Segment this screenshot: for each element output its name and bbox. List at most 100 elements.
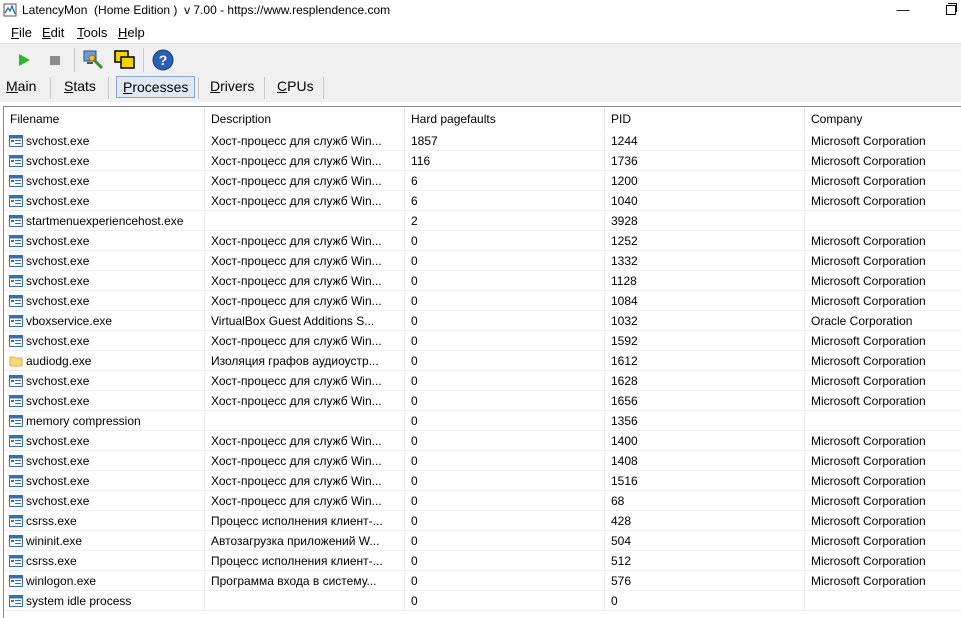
cell-hard-pagefaults: 0 [405,231,605,251]
restore-button[interactable] [926,0,961,22]
menu-bar: File Edit Tools Help [0,22,961,43]
menu-edit[interactable]: Edit [42,25,64,40]
app-window-icon [9,255,23,267]
cell-filename: csrss.exe [4,511,205,531]
filename-text: wininit.exe [26,534,83,548]
cell-pid: 512 [605,551,805,571]
cell-description: Хост-процесс для служб Win... [205,391,405,411]
cell-description [205,211,405,231]
process-table[interactable]: Filename Description Hard pagefaults PID… [3,106,961,618]
filename-text: svchost.exe [26,174,90,188]
cell-filename: svchost.exe [4,171,205,191]
computer-info-icon [83,50,104,70]
cell-pid: 1252 [605,231,805,251]
cell-hard-pagefaults: 116 [405,151,605,171]
app-window-icon [9,555,23,567]
cell-company: Microsoft Corporation [805,171,961,191]
cell-filename: svchost.exe [4,151,205,171]
computer-info-button[interactable] [80,47,106,73]
table-row[interactable]: svchost.exe Хост-процесс для служб Win...… [4,391,961,411]
tab-main[interactable]: Main [0,76,42,98]
column-header-company[interactable]: Company [805,107,961,131]
app-window-icon [9,575,23,587]
table-row[interactable]: svchost.exe Хост-процесс для служб Win...… [4,291,961,311]
cell-filename: winlogon.exe [4,571,205,591]
table-row[interactable]: csrss.exe Процесс исполнения клиент-... 0 5… [4,551,961,571]
table-row[interactable]: svchost.exe Хост-процесс для служб Win...… [4,131,961,151]
cell-pid: 0 [605,591,805,611]
help-button[interactable]: ? [150,47,176,73]
table-row[interactable]: wininit.exe Автозагрузка приложений W... 0… [4,531,961,551]
start-button[interactable] [11,47,37,73]
menu-help[interactable]: Help [118,25,145,40]
table-row[interactable]: svchost.exe Хост-процесс для служб Win...… [4,371,961,391]
column-header-hard-pagefaults[interactable]: Hard pagefaults [405,107,605,131]
cell-hard-pagefaults: 0 [405,591,605,611]
cell-company: Microsoft Corporation [805,391,961,411]
tab-processes[interactable]: Processes [116,76,196,98]
table-row[interactable]: winlogon.exe Программа входа в систему...… [4,571,961,591]
latencymon-icon [3,3,17,17]
table-row[interactable]: svchost.exe Хост-процесс для служб Win...… [4,171,961,191]
cell-pid: 504 [605,531,805,551]
app-window-icon [9,515,23,527]
table-row[interactable]: svchost.exe Хост-процесс для служб Win...… [4,491,961,511]
cell-company: Microsoft Corporation [805,571,961,591]
minimize-button[interactable]: — [880,0,926,22]
table-row[interactable]: svchost.exe Хост-процесс для служб Win...… [4,151,961,171]
table-row[interactable]: svchost.exe Хост-процесс для служб Win...… [4,331,961,351]
cell-company: Microsoft Corporation [805,191,961,211]
tab-separator [50,77,51,99]
cell-hard-pagefaults: 0 [405,511,605,531]
cell-hard-pagefaults: 0 [405,351,605,371]
menu-tools[interactable]: Tools [77,25,107,40]
cell-company: Microsoft Corporation [805,151,961,171]
table-row[interactable]: startmenuexperiencehost.exe 2 3928 [4,211,961,231]
tab-stats[interactable]: Stats [58,76,102,98]
table-row[interactable]: svchost.exe Хост-процесс для служб Win...… [4,251,961,271]
table-row[interactable]: audiodg.exe Изоляция графов аудиоустр... 0… [4,351,961,371]
cell-hard-pagefaults: 0 [405,331,605,351]
cell-filename: svchost.exe [4,131,205,151]
cell-filename: audiodg.exe [4,351,205,371]
table-row[interactable]: svchost.exe Хост-процесс для служб Win...… [4,191,961,211]
filename-text: audiodg.exe [26,354,92,368]
column-header-pid[interactable]: PID [605,107,805,131]
table-row[interactable]: vboxservice.exe VirtualBox Guest Addition… [4,311,961,331]
cell-company: Microsoft Corporation [805,291,961,311]
cell-description: Программа входа в систему... [205,571,405,591]
menu-file[interactable]: File [11,25,32,40]
table-row[interactable]: svchost.exe Хост-процесс для служб Win...… [4,471,961,491]
cell-description [205,591,405,611]
table-row[interactable]: svchost.exe Хост-процесс для служб Win...… [4,271,961,291]
stop-button[interactable] [42,47,68,73]
tab-drivers[interactable]: Drivers [204,76,260,98]
cell-description: Процесс исполнения клиент-... [205,511,405,531]
column-header-description[interactable]: Description [205,107,405,131]
tab-cpus[interactable]: CPUs [271,76,320,98]
app-window-icon [9,435,23,447]
table-row[interactable]: svchost.exe Хост-процесс для служб Win...… [4,431,961,451]
cell-hard-pagefaults: 0 [405,251,605,271]
cell-company [805,411,961,431]
app-window-icon [9,335,23,347]
folder-icon [9,356,23,367]
app-window-icon [9,495,23,507]
cell-pid: 1356 [605,411,805,431]
tab-separator [264,77,265,99]
table-row[interactable]: system idle process 0 0 [4,591,961,611]
table-row[interactable]: svchost.exe Хост-процесс для служб Win...… [4,231,961,251]
cell-description: VirtualBox Guest Additions S... [205,311,405,331]
filename-text: startmenuexperiencehost.exe [26,214,184,228]
table-row[interactable]: csrss.exe Процесс исполнения клиент-... 0 4… [4,511,961,531]
table-row[interactable]: memory compression 0 1356 [4,411,961,431]
cell-pid: 576 [605,571,805,591]
column-header-filename[interactable]: Filename [4,107,205,131]
cell-filename: system idle process [4,591,205,611]
filename-text: svchost.exe [26,234,90,248]
cell-description: Процесс исполнения клиент-... [205,551,405,571]
table-row[interactable]: svchost.exe Хост-процесс для служб Win...… [4,451,961,471]
windows-button[interactable] [112,47,138,73]
cell-pid: 1084 [605,291,805,311]
cell-hard-pagefaults: 0 [405,391,605,411]
